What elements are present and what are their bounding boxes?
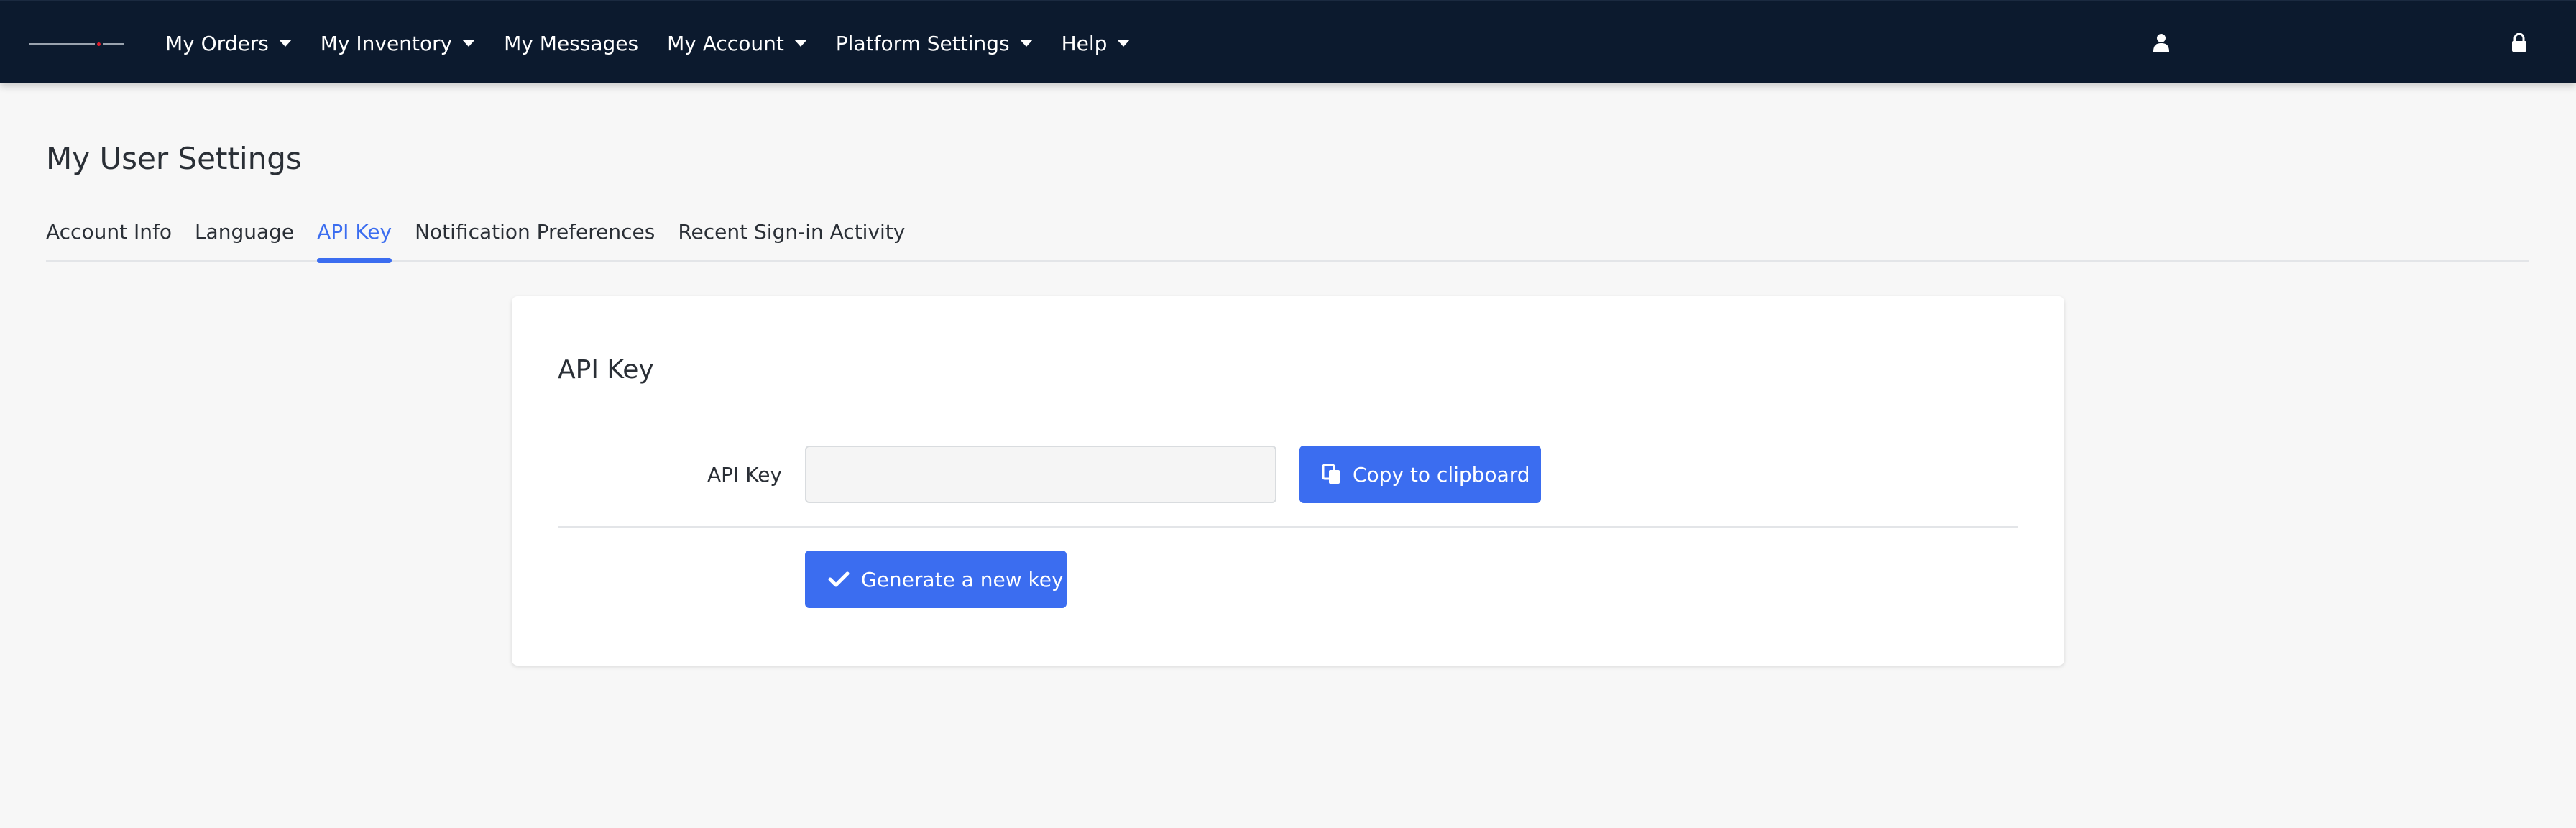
- generate-button-label: Generate a new key: [861, 567, 1064, 592]
- nav-my-account[interactable]: My Account: [667, 32, 807, 55]
- nav-label: My Inventory: [320, 31, 453, 55]
- caret-down-icon: [278, 40, 292, 47]
- tab-notification-preferences[interactable]: Notification Preferences: [415, 216, 655, 262]
- clipboard-icon: [1322, 464, 1341, 484]
- settings-tabs: Account Info Language API Key Notificati…: [46, 216, 2529, 263]
- tab-language[interactable]: Language: [195, 216, 294, 262]
- caret-down-icon: [462, 40, 476, 47]
- nav-my-inventory[interactable]: My Inventory: [320, 31, 476, 55]
- copy-button-label: Copy to clipboard: [1353, 462, 1530, 487]
- copy-to-clipboard-button[interactable]: Copy to clipboard: [1300, 446, 1541, 503]
- tab-api-key[interactable]: API Key: [317, 216, 392, 263]
- nav-label: Platform Settings: [835, 31, 1010, 55]
- api-key-input[interactable]: [805, 446, 1276, 503]
- generate-new-key-button[interactable]: Generate a new key: [805, 551, 1067, 608]
- nav-label: My Messages: [504, 31, 639, 55]
- nav-my-messages[interactable]: My Messages: [504, 32, 638, 55]
- nav-my-orders[interactable]: My Orders: [165, 32, 292, 55]
- tab-recent-sign-in-activity[interactable]: Recent Sign-in Activity: [678, 216, 905, 262]
- caret-down-icon: [794, 40, 807, 47]
- nav-label: My Account: [667, 31, 784, 55]
- top-navbar: My Orders My Inventory My Messages My Ac…: [0, 0, 2576, 83]
- nav-platform-settings[interactable]: Platform Settings: [836, 32, 1033, 55]
- user-icon[interactable]: [2149, 30, 2174, 55]
- form-divider: [558, 526, 2018, 528]
- nav-label: My Orders: [165, 31, 269, 55]
- nav-label: Help: [1061, 31, 1108, 55]
- api-key-card: API Key API Key Copy to clipboard Genera…: [512, 296, 2064, 666]
- caret-down-icon: [1019, 40, 1033, 47]
- api-key-label: API Key: [707, 463, 782, 487]
- brand-logo[interactable]: [29, 39, 126, 49]
- main-nav: My Orders My Inventory My Messages My Ac…: [165, 1, 1159, 85]
- tab-account-info[interactable]: Account Info: [46, 216, 172, 262]
- checkmark-icon: [828, 571, 850, 588]
- page-title: My User Settings: [46, 141, 302, 176]
- card-title: API Key: [558, 355, 654, 385]
- nav-help[interactable]: Help: [1062, 32, 1131, 55]
- lock-icon[interactable]: [2507, 30, 2531, 55]
- caret-down-icon: [1117, 40, 1131, 47]
